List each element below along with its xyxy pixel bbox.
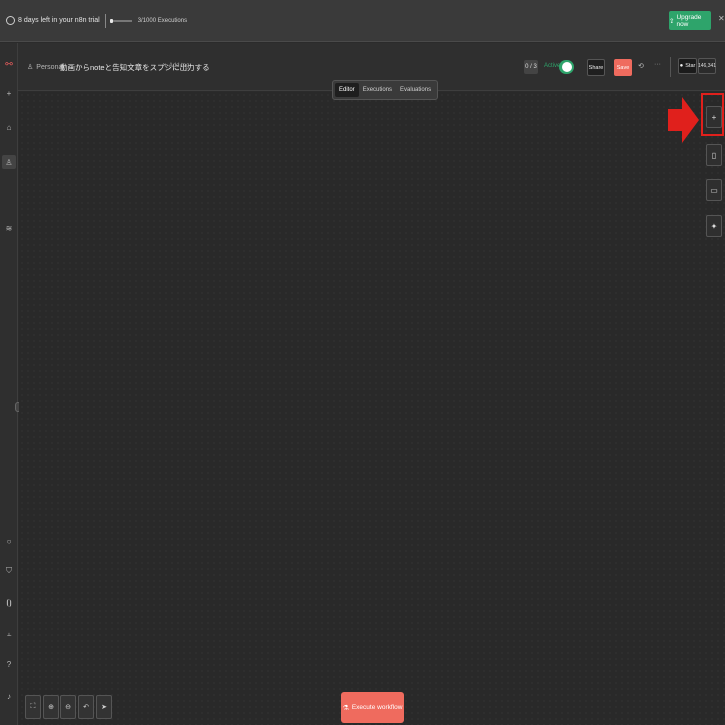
red-arrow-icon: [668, 97, 699, 143]
pointer-icon: ➤: [101, 704, 107, 711]
executions-progress-bar: [109, 18, 132, 23]
left-sidebar: ⚯ + ⌂ ♙ ≋ ○ ⛉ ⦗⦘ ⫠ ? ♪: [0, 43, 18, 725]
tab-editor[interactable]: Editor: [335, 83, 359, 97]
history-icon[interactable]: ⟲: [638, 62, 644, 70]
clock-icon: [6, 16, 15, 25]
sticky-note-button[interactable]: ▭: [706, 179, 722, 201]
help-icon[interactable]: ?: [2, 657, 16, 671]
templates-button[interactable]: ▯: [706, 144, 722, 166]
execute-workflow-button[interactable]: ⚗ Execute workflow: [341, 692, 404, 723]
layers-icon[interactable]: ≋: [2, 221, 16, 235]
header-divider: [670, 57, 671, 77]
tab-evaluations[interactable]: Evaluations: [396, 83, 435, 97]
upgrade-label: Upgrade now: [676, 13, 702, 28]
zoom-in-icon: ⊕: [48, 704, 54, 711]
share-button[interactable]: Share: [587, 59, 605, 76]
flask-icon: ⚗: [342, 704, 349, 712]
executions-progress-fill: [109, 18, 113, 23]
tab-executions[interactable]: Executions: [359, 83, 396, 97]
document-icon: ▯: [711, 150, 717, 160]
save-button[interactable]: Save: [614, 59, 632, 76]
close-banner-icon[interactable]: ✕: [718, 14, 725, 23]
toggle-knob: [562, 62, 572, 72]
github-star-button[interactable]: ● Star: [678, 58, 697, 74]
trial-banner: 8 days left in your n8n trial 3/1000 Exe…: [0, 0, 725, 42]
github-star-count[interactable]: 146,341: [698, 58, 716, 74]
plus-icon[interactable]: +: [2, 86, 16, 100]
ai-assistant-button[interactable]: ✦: [706, 215, 722, 237]
more-icon[interactable]: ···: [654, 61, 661, 68]
active-counter: 0 / 3: [524, 60, 538, 74]
add-tag-button[interactable]: + Add tag: [164, 63, 190, 69]
fit-view-button[interactable]: ⛶: [25, 695, 41, 719]
breadcrumb[interactable]: ♙ Personal: [27, 63, 64, 72]
undo-icon: ↶: [83, 704, 89, 711]
n8n-logo-icon[interactable]: ⚯: [2, 57, 16, 71]
sparkle-icon: ✦: [710, 221, 718, 231]
highlight-box: [701, 93, 724, 136]
bell-icon[interactable]: ♪: [2, 689, 16, 703]
pointer-button[interactable]: ➤: [96, 695, 112, 719]
active-toggle[interactable]: [559, 60, 574, 74]
cloud-icon[interactable]: ○: [2, 534, 16, 548]
trial-text: 8 days left in your n8n trial: [18, 17, 100, 24]
variables-icon[interactable]: ⦗⦘: [2, 596, 16, 610]
view-tabs: Editor Executions Evaluations: [332, 80, 439, 100]
executions-count: 3/1000 Executions: [137, 17, 188, 24]
sticky-note-icon: ▭: [710, 185, 718, 195]
fit-view-icon: ⛶: [30, 703, 36, 710]
person-icon: ♙: [27, 64, 34, 71]
home-icon[interactable]: ⌂: [2, 120, 16, 134]
github-star-label: Star: [685, 63, 696, 69]
upgrade-icon: ⇪: [669, 17, 675, 25]
workflow-canvas[interactable]: [19, 92, 725, 725]
upgrade-now-button[interactable]: ⇪ Upgrade now: [669, 11, 711, 30]
banner-separator: [104, 13, 106, 28]
chart-icon[interactable]: ⫠: [2, 627, 16, 641]
zoom-out-button[interactable]: ⊖: [60, 695, 76, 719]
zoom-out-icon: ⊖: [65, 704, 71, 711]
shield-icon[interactable]: ⛉: [2, 564, 16, 578]
execute-workflow-label: Execute workflow: [351, 704, 403, 711]
zoom-in-button[interactable]: ⊕: [43, 695, 59, 719]
github-icon: ●: [679, 63, 684, 69]
github-star-widget[interactable]: ● Star 146,341: [678, 58, 716, 74]
undo-button[interactable]: ↶: [78, 695, 94, 719]
active-label: Active: [544, 63, 561, 69]
person-icon[interactable]: ♙: [2, 155, 16, 169]
